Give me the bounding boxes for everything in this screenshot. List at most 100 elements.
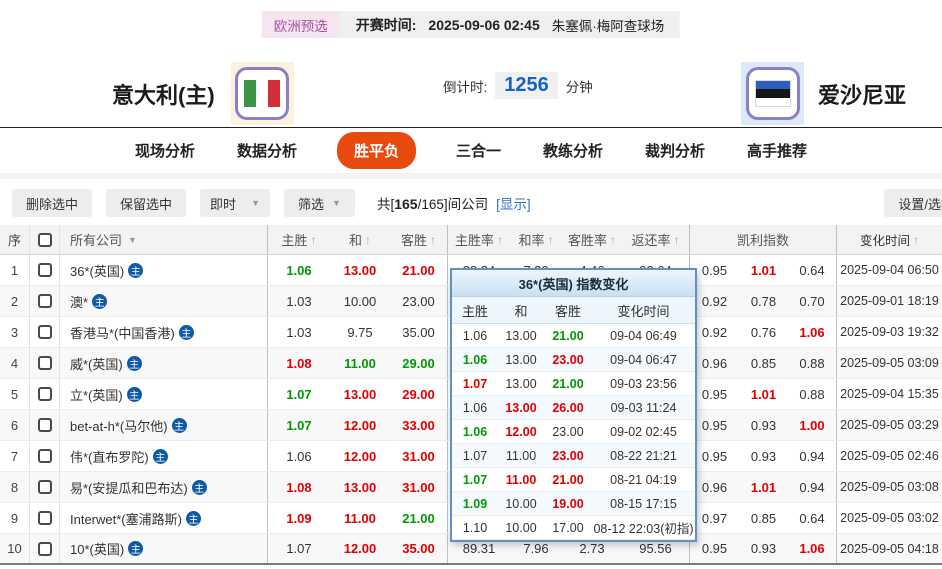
odds-cell[interactable]: 21.00 (390, 503, 448, 533)
row-checkbox[interactable] (38, 418, 52, 432)
company-cell[interactable]: Interwet*(塞浦路斯)主 (60, 503, 268, 533)
company-cell[interactable]: 10*(英国)主 (60, 534, 268, 563)
odds-cell[interactable]: 1.07 (268, 534, 330, 563)
odds-cell[interactable]: 12.00 (330, 410, 390, 440)
tab-胜平负[interactable]: 胜平负 (337, 132, 416, 169)
show-link[interactable]: [显示] (496, 193, 531, 213)
header-odds-home[interactable]: 主胜↑ (268, 225, 330, 254)
odds-cell[interactable]: 10.00 (330, 286, 390, 316)
company-cell[interactable]: 伟*(直布罗陀)主 (60, 441, 268, 471)
row-checkbox-cell (30, 317, 60, 347)
odds-cell[interactable]: 12.00 (330, 441, 390, 471)
odds-cell[interactable]: 31.00 (390, 472, 448, 502)
sort-asc-icon: ↑ (497, 233, 503, 247)
header-change-time[interactable]: 变化时间↑ (837, 225, 942, 254)
company-cell[interactable]: 36*(英国) 主 (60, 255, 268, 285)
row-checkbox[interactable] (38, 325, 52, 339)
select-all-checkbox[interactable] (38, 233, 52, 247)
popup-odds-cell: 1.06 (452, 401, 498, 415)
delete-selected-button[interactable]: 删除选中 (12, 189, 92, 217)
header-company[interactable]: 所有公司 ▼ (60, 225, 268, 254)
odds-cell[interactable]: 35.00 (390, 534, 448, 563)
company-cell[interactable]: 立*(英国)主 (60, 379, 268, 409)
odds-cell[interactable]: 13.00 (330, 472, 390, 502)
kelly-cell: 0.93 (739, 410, 788, 440)
chevron-down-icon: ▼ (332, 198, 341, 208)
change-time-cell: 2025-09-05 03:09 (837, 348, 942, 378)
tab-裁判分析[interactable]: 裁判分析 (643, 132, 707, 169)
popup-time-cell: 09-04 06:49 (592, 329, 695, 343)
italy-flag-icon (235, 67, 289, 120)
odds-cell[interactable]: 33.00 (390, 410, 448, 440)
popup-odds-cell: 23.00 (544, 353, 592, 367)
change-time-cell: 2025-09-01 18:19 (837, 286, 942, 316)
company-cell[interactable]: 澳*主 (60, 286, 268, 316)
row-checkbox-cell (30, 534, 60, 563)
odds-cell[interactable]: 1.08 (268, 348, 330, 378)
row-checkbox[interactable] (38, 449, 52, 463)
kelly-cell: 0.95 (690, 379, 739, 409)
header-odds-draw[interactable]: 和↑ (330, 225, 390, 254)
row-checkbox[interactable] (38, 387, 52, 401)
odds-cell[interactable]: 29.00 (390, 348, 448, 378)
odds-cell[interactable]: 1.07 (268, 410, 330, 440)
row-number: 4 (0, 348, 30, 378)
keep-selected-button[interactable]: 保留选中 (106, 189, 186, 217)
row-checkbox[interactable] (38, 542, 52, 556)
company-name: 36*(英国) (70, 261, 124, 280)
odds-cell[interactable]: 11.00 (330, 503, 390, 533)
popup-odds-cell: 21.00 (544, 329, 592, 343)
tab-数据分析[interactable]: 数据分析 (235, 132, 299, 169)
odds-cell[interactable]: 13.00 (330, 379, 390, 409)
odds-cell[interactable]: 1.07 (268, 379, 330, 409)
kelly-cell: 0.97 (690, 503, 739, 533)
header-rate-return[interactable]: 返还率↑ (622, 225, 690, 254)
header-rate-draw[interactable]: 和率↑ (510, 225, 562, 254)
kelly-cell: 0.96 (690, 472, 739, 502)
tab-教练分析[interactable]: 教练分析 (541, 132, 605, 169)
odds-cell[interactable]: 11.00 (330, 348, 390, 378)
odds-cell[interactable]: 1.03 (268, 286, 330, 316)
header-rate-away[interactable]: 客胜率↑ (562, 225, 622, 254)
main-company-badge-icon: 主 (128, 263, 143, 278)
odds-cell[interactable]: 13.00 (330, 255, 390, 285)
row-checkbox-cell (30, 286, 60, 316)
odds-cell[interactable]: 1.06 (268, 441, 330, 471)
row-checkbox[interactable] (38, 294, 52, 308)
company-cell[interactable]: 香港马*(中国香港)主 (60, 317, 268, 347)
row-checkbox[interactable] (38, 480, 52, 494)
odds-mode-dropdown[interactable]: 即时 ▼ (200, 189, 270, 217)
odds-cell[interactable]: 12.00 (330, 534, 390, 563)
company-cell[interactable]: 易*(安提瓜和巴布达)主 (60, 472, 268, 502)
odds-cell[interactable]: 35.00 (390, 317, 448, 347)
odds-cell[interactable]: 29.00 (390, 379, 448, 409)
row-checkbox[interactable] (38, 356, 52, 370)
change-time-cell: 2025-09-05 03:29 (837, 410, 942, 440)
odds-cell[interactable]: 31.00 (390, 441, 448, 471)
kelly-cell: 0.92 (690, 317, 739, 347)
odds-cell[interactable]: 1.03 (268, 317, 330, 347)
row-checkbox[interactable] (38, 263, 52, 277)
filter-button[interactable]: 筛选 ▼ (284, 189, 355, 217)
odds-cell[interactable]: 1.09 (268, 503, 330, 533)
row-checkbox[interactable] (38, 511, 52, 525)
kelly-cell: 0.94 (788, 441, 837, 471)
header-odds-away[interactable]: 客胜↑ (390, 225, 448, 254)
row-checkbox-cell (30, 472, 60, 502)
tab-高手推荐[interactable]: 高手推荐 (745, 132, 809, 169)
odds-cell[interactable]: 1.08 (268, 472, 330, 502)
odds-cell[interactable]: 23.00 (390, 286, 448, 316)
tab-三合一[interactable]: 三合一 (454, 132, 503, 169)
kelly-cell: 0.95 (690, 441, 739, 471)
odds-cell[interactable]: 21.00 (390, 255, 448, 285)
company-cell[interactable]: 威*(英国)主 (60, 348, 268, 378)
company-cell[interactable]: bet-at-h*(马尔他)主 (60, 410, 268, 440)
tab-现场分析[interactable]: 现场分析 (133, 132, 197, 169)
odds-cell[interactable]: 1.06 (268, 255, 330, 285)
header-rate-home[interactable]: 主胜率↑ (448, 225, 510, 254)
settings-button[interactable]: 设置/选择 (884, 189, 942, 217)
odds-cell[interactable]: 9.75 (330, 317, 390, 347)
kelly-cell: 1.06 (788, 534, 837, 563)
popup-odds-cell: 1.07 (452, 449, 498, 463)
header-kelly: 凯利指数 (690, 225, 837, 254)
